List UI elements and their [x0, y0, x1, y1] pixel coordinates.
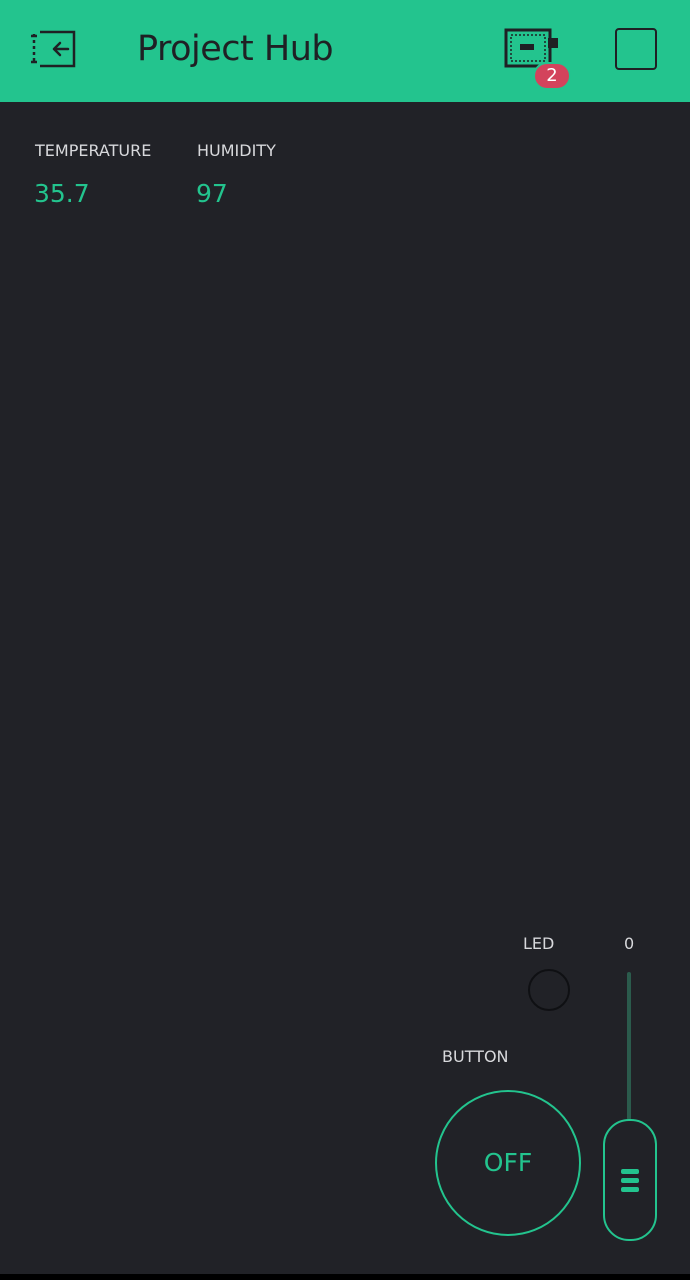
led-label: LED [523, 934, 555, 953]
play-icon[interactable] [615, 28, 657, 70]
slider-value-label: 0 [624, 934, 635, 953]
app-header: Project Hub 2 [0, 0, 690, 102]
slider-handle[interactable] [603, 1119, 657, 1241]
led-indicator [528, 969, 570, 1011]
humidity-value: 97 [196, 179, 228, 208]
grip-icon [621, 1178, 639, 1183]
exit-icon[interactable] [28, 26, 80, 72]
off-toggle-button[interactable]: OFF [435, 1090, 581, 1236]
page-title: Project Hub [137, 29, 334, 69]
notification-badge: 2 [533, 62, 571, 90]
grip-icon [621, 1169, 639, 1174]
bottom-edge [0, 1274, 690, 1280]
humidity-label: HUMIDITY [197, 141, 276, 160]
temperature-label: TEMPERATURE [35, 141, 152, 160]
button-label: BUTTON [442, 1047, 509, 1066]
grip-icon [621, 1187, 639, 1192]
vertical-slider-track[interactable] [627, 972, 631, 1120]
temperature-value: 35.7 [34, 179, 90, 208]
